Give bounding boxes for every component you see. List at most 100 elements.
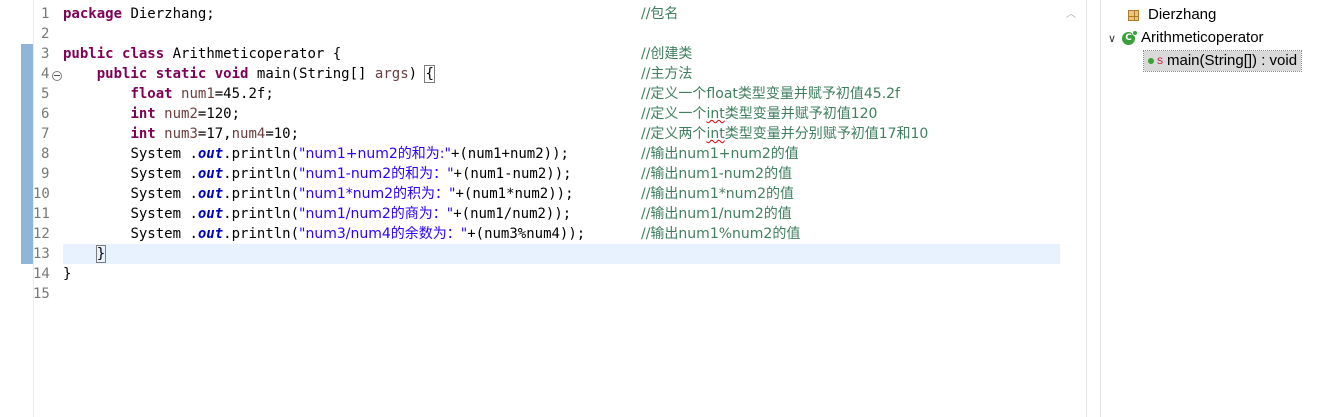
keyword: public [63,46,114,62]
keyword: void [214,66,249,82]
line-number: 5 [41,86,50,102]
outline-package-label: Dierzhang [1148,6,1217,23]
outline-view[interactable]: Dierzhang ∨ C Arithmeticoperator Smain(Str… [1100,0,1328,417]
outline-border [1100,0,1101,417]
string-literal: "num3/num4的余数为：" [299,226,468,242]
code-line-14[interactable]: } [63,264,1060,284]
outline-method-item[interactable]: Smain(String[]) : void [1142,50,1303,72]
line-comment: //输出num1+num2的值 [641,146,799,162]
class-icon: C [1122,29,1138,45]
line-comment: //定义两个int类型变量并分别赋予初值17和10 [641,124,928,144]
keyword: class [122,46,165,62]
code-text: .println( [223,206,300,222]
line-number: 3 [41,46,50,62]
chevron-down-icon[interactable]: ∨ [1108,29,1118,49]
outline-class-item[interactable]: ∨ C Arithmeticoperator [1108,28,1264,48]
line-comment: //定义一个int类型变量并赋予初值120 [641,104,877,124]
keyword: public [96,66,148,82]
code-text: System . [130,206,198,222]
spelling-warning: int [706,106,725,122]
code-text: =120; [197,106,241,122]
variable: num1 [181,86,215,102]
code-text: .println( [223,146,300,162]
string-literal: "num1*num2的积为：" [299,186,456,202]
fold-collapse-icon[interactable] [52,71,62,81]
static-field: out [197,166,224,182]
code-line-1[interactable]: package Dierzhang; //包名 [63,4,1060,24]
line-comment: //定义一个float类型变量并赋予初值45.2f [641,86,900,102]
code-text: } [63,266,72,282]
code-text: +(num1/num2)); [453,206,572,222]
code-line-4[interactable]: public static void main(String[] args) {… [63,64,1060,84]
code-area[interactable]: package Dierzhang; //包名 public class Arit… [63,4,1060,304]
code-text: .println( [223,166,300,182]
line-number: 8 [41,146,50,162]
keyword: float [130,86,173,102]
comment-text: //定义两个 [641,126,707,142]
outline-package-item[interactable]: Dierzhang [1128,5,1216,25]
line-number: 6 [41,106,50,122]
line-number: 14 [33,266,50,282]
code-line-7[interactable]: int num3=17,num4=10;//定义两个int类型变量并分别赋予初值… [63,124,1060,144]
static-field: out [197,146,224,162]
keyword: static [155,66,207,82]
line-comment: //输出num1/num2的值 [641,206,792,222]
code-line-8[interactable]: System .out.println("num1+num2的和为:"+(num… [63,144,1060,164]
code-text: System . [130,146,198,162]
static-field: out [197,206,224,222]
code-text: =45.2f; [214,86,274,102]
line-number: 12 [33,226,50,242]
string-literal: "num1+num2的和为:" [299,146,451,162]
code-text: Dierzhang; [122,6,215,22]
code-text: Arithmeticoperator { [164,46,342,62]
scroll-up-arrow-icon[interactable]: ︿ [1066,10,1078,20]
code-line-10[interactable]: System .out.println("num1*num2的积为："+(num… [63,184,1060,204]
code-line-2[interactable] [63,24,1060,44]
public-method-icon [1148,58,1154,65]
code-text: +(num3%num4)); [467,226,586,242]
line-number: 15 [33,286,50,302]
comment-text: //定义一个 [641,106,707,122]
string-literal: "num1/num2的商为：" [299,206,454,222]
variable: args [374,66,409,82]
keyword: int [130,126,156,142]
code-line-11[interactable]: System .out.println("num1/num2的商为："+(num… [63,204,1060,224]
line-number: 4 [41,66,50,82]
code-line-5[interactable]: float num1=45.2f; //定义一个float类型变量并赋予初值45.… [63,84,1060,104]
code-text: +(num1+num2)); [450,146,569,162]
keyword: package [63,6,123,22]
matching-brace: } [95,245,107,263]
code-line-6[interactable]: int num2=120;//定义一个int类型变量并赋予初值120 [63,104,1060,124]
keyword: int [130,106,156,122]
code-line-15[interactable] [63,284,1060,304]
code-text: .println( [223,226,300,242]
code-text: =10; [265,126,300,142]
line-number: 1 [41,6,50,22]
comment-text: 类型变量并分别赋予初值17和10 [724,126,929,142]
line-comment: //输出num1-num2的值 [641,166,793,182]
variable: num4 [231,126,266,142]
code-line-12[interactable]: System .out.println("num3/num4的余数为："+(nu… [63,224,1060,244]
matching-brace: { [424,65,435,83]
code-text: ) [408,66,426,82]
string-literal: "num1-num2的和为：" [299,166,454,182]
line-comment: //输出num1%num2的值 [641,226,801,242]
code-editor[interactable]: 1 2 3 4 5 6 7 8 9 10 11 12 13 14 15 ︿ pa… [0,0,1086,417]
code-text: +(num1-num2)); [453,166,572,182]
code-text: =17, [197,126,232,142]
comment-text: 类型变量并赋予初值120 [724,106,878,122]
code-line-9[interactable]: System .out.println("num1-num2的和为："+(num… [63,164,1060,184]
view-divider [1086,0,1087,417]
spelling-warning: int [706,126,725,142]
line-number: 11 [33,206,50,222]
outline-method-label: main(String[]) : void [1167,52,1298,69]
line-number: 7 [41,126,50,142]
code-line-3[interactable]: public class Arithmeticoperator {//创建类 [63,44,1060,64]
static-marker-icon: S [1157,56,1164,66]
code-text: +(num1*num2)); [455,186,574,202]
code-text: System . [130,166,198,182]
code-line-13[interactable]: } [63,244,1060,264]
line-comment: //主方法 [641,66,693,82]
line-number: 10 [33,186,50,202]
code-text: System . [130,226,198,242]
